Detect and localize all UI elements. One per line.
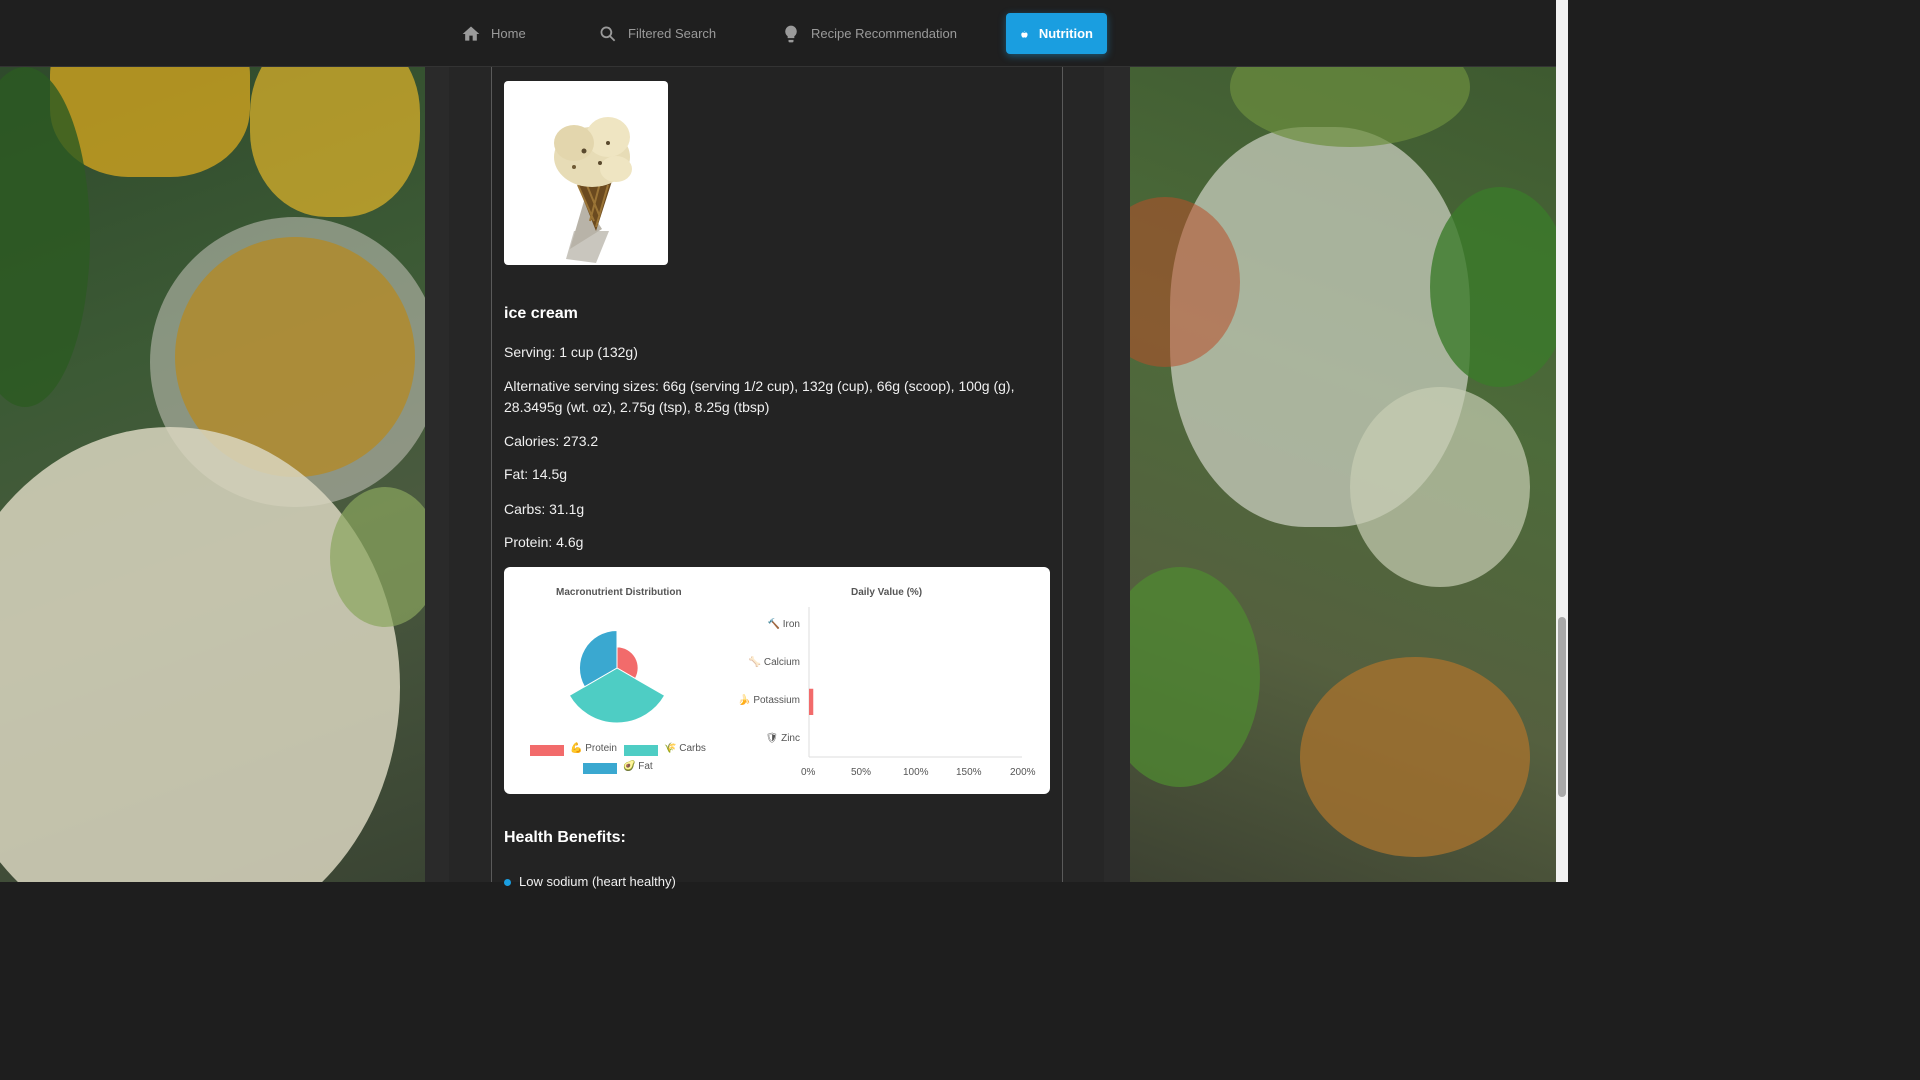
legend-carbs-label[interactable]: 🌾 Carbs [664,743,706,754]
legend-protein-label[interactable]: 💪 Protein [570,743,617,754]
daily-value-bar-chart [808,607,1022,758]
legend-carbs-swatch[interactable] [624,745,658,756]
legend-protein-swatch[interactable] [530,745,564,756]
protein-text: Protein: 4.6g [504,534,584,550]
nav-filtered-search[interactable]: Filtered Search [584,13,730,54]
x-tick-100: 100% [903,767,929,778]
x-tick-50: 50% [851,767,872,778]
calories-text: Calories: 273.2 [504,433,599,449]
background-food-image-right [1130,67,1556,882]
x-tick-0: 0% [801,767,816,778]
pie-slice-fat[interactable] [578,629,618,688]
daily-value-chart-title: Daily Value (%) [851,587,923,598]
potassium-emoji: 🍌 [738,695,751,706]
legend-carbs-text: Carbs [679,743,706,754]
nav-recipe-recommendation[interactable]: Recipe Recommendation [767,13,971,54]
nav-home-label: Home [491,26,526,41]
scrollbar-thumb[interactable] [1558,617,1566,797]
nav-recipe-recommendation-label: Recipe Recommendation [811,26,957,41]
search-icon [600,26,616,41]
zinc-label: Zinc [781,733,800,744]
carbs-text: Carbs: 31.1g [504,501,585,517]
bar-label-zinc: 🛡 Zinc [720,733,800,744]
fat-text: Fat: 14.5g [504,466,568,482]
zinc-emoji: 🛡 [765,733,779,744]
legend-fat-text: Fat [638,761,653,772]
home-icon [462,26,480,41]
bullet-icon [504,879,511,886]
serving-text: Serving: 1 cup (132g) [504,344,638,360]
legend-fat-label[interactable]: 🥑 Fat [623,761,653,772]
calcium-label: Calcium [763,657,800,668]
charts-panel: Macronutrient Distribution 💪 Protein 🌾 C… [504,567,1050,794]
legend-fat-emoji: 🥑 [623,761,636,772]
background-food-image-left [0,67,425,882]
ice-cream-cone-image [554,117,632,263]
bar-label-calcium: 🦴 Calcium [720,657,800,668]
legend-protein-text: Protein [585,743,617,754]
x-tick-150: 150% [956,767,982,778]
navbar: Home Filtered Search Recipe Recommendati… [0,0,1556,67]
macro-pie-chart [568,629,666,724]
nav-nutrition-label: Nutrition [1038,26,1093,41]
health-benefit-item: Low sodium (heart healthy) [504,874,676,889]
nav-home[interactable]: Home [447,13,540,54]
bar-label-potassium: 🍌 Potassium [720,695,800,706]
calcium-emoji: 🦴 [748,657,762,668]
x-tick-200: 200% [1010,767,1036,778]
health-benefits-title: Health Benefits: [504,829,626,846]
bar-potassium[interactable] [809,688,814,715]
alternative-servings-text: Alternative serving sizes: 66g (serving … [504,378,1015,415]
macro-chart-title: Macronutrient Distribution [556,587,682,598]
iron-label: Iron [782,619,800,630]
nav-nutrition[interactable]: Nutrition [1006,13,1107,54]
food-image [504,81,668,265]
potassium-label: Potassium [753,695,800,706]
pie-slice-protein[interactable] [616,646,639,680]
legend-fat-swatch[interactable] [583,763,617,774]
lightbulb-icon [785,25,797,42]
iron-emoji: 🔨 [767,619,780,630]
food-name: ice cream [504,305,578,322]
legend-carbs-emoji: 🌾 [664,743,677,754]
legend-protein-emoji: 💪 [570,743,583,754]
nav-filtered-search-label: Filtered Search [628,26,717,41]
health-benefit-text: Low sodium (heart healthy) [519,874,676,889]
pie-slice-carbs[interactable] [568,667,666,724]
bar-label-iron: 🔨 Iron [720,619,800,630]
page-scrollbar[interactable] [1556,0,1568,882]
apple-icon [1021,30,1028,38]
